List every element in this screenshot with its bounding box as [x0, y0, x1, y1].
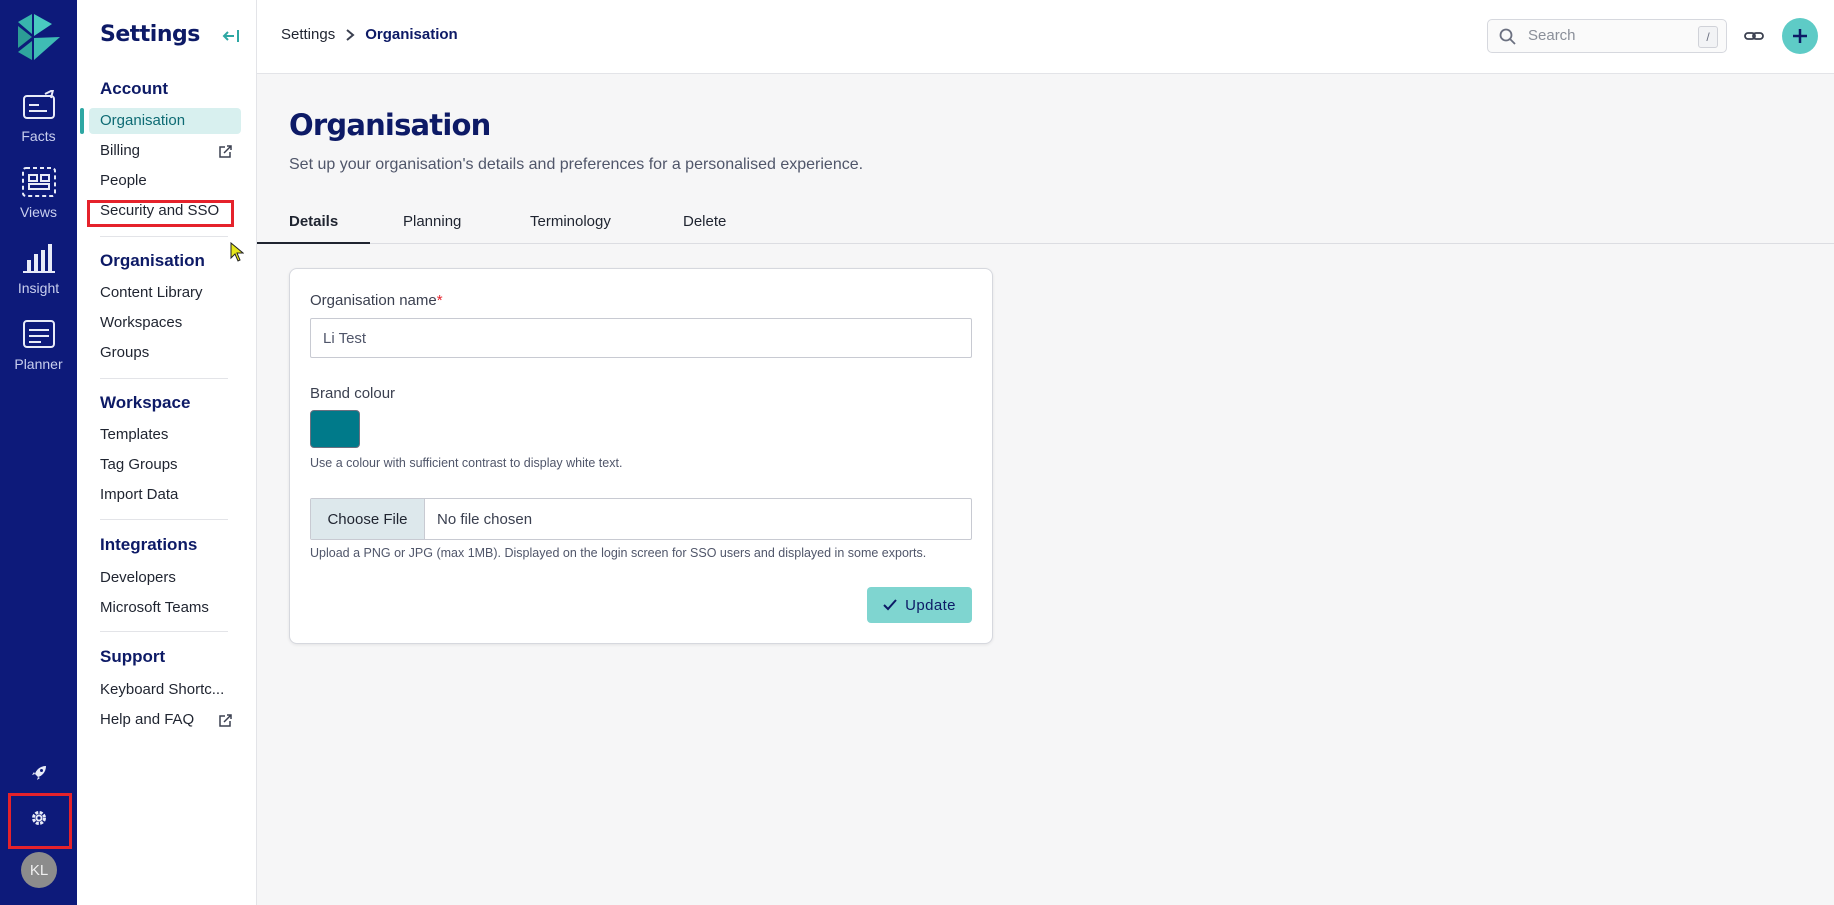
insight-icon	[22, 244, 55, 273]
organisation-details-form: Organisation name* Brand colour Use a co…	[289, 268, 993, 644]
rail-item-label: Facts	[21, 128, 56, 144]
page-title: Organisation	[289, 108, 491, 142]
section-heading-organisation: Organisation	[100, 251, 205, 270]
section-heading-integrations: Integrations	[100, 535, 198, 554]
rail-item-label: Views	[19, 204, 58, 220]
breadcrumb-item-current: Organisation	[365, 26, 458, 43]
tab-bar: Details Planning Terminology Delete	[257, 207, 1834, 244]
section-heading-workspace: Workspace	[100, 393, 191, 412]
update-button[interactable]: Update	[867, 587, 972, 623]
sidebar-item-templates[interactable]: Templates	[100, 426, 168, 443]
sidebar-item-microsoft-teams[interactable]: Microsoft Teams	[100, 599, 209, 616]
settings-sidebar: Settings Account Organisation Billing Pe…	[77, 0, 257, 905]
app-rail: Facts Views Insight Planner KL	[0, 0, 77, 905]
sidebar-divider	[100, 519, 228, 520]
collapse-sidebar-icon[interactable]	[222, 27, 240, 45]
org-name-label: Organisation name*	[310, 292, 443, 309]
facts-icon	[22, 90, 55, 119]
rail-item-insight[interactable]: Insight	[0, 242, 77, 312]
section-heading-account: Account	[100, 79, 168, 98]
active-indicator	[80, 108, 84, 134]
rail-item-planner[interactable]: Planner	[0, 318, 77, 388]
views-icon	[21, 167, 56, 197]
rail-item-label: Insight	[17, 280, 60, 296]
plus-icon	[1793, 29, 1807, 43]
sidebar-divider	[100, 378, 228, 379]
mouse-cursor-icon	[230, 242, 244, 262]
avatar[interactable]: KL	[21, 852, 57, 888]
create-new-button[interactable]	[1782, 18, 1818, 54]
tab-terminology[interactable]: Terminology	[530, 213, 611, 230]
rail-item-views[interactable]: Views	[0, 166, 77, 236]
org-name-input[interactable]	[310, 318, 972, 358]
app-logo-icon[interactable]	[18, 14, 60, 60]
sidebar-item-help-faq[interactable]: Help and FAQ	[100, 711, 194, 728]
search-shortcut-key: /	[1698, 26, 1718, 48]
planner-icon	[22, 320, 55, 348]
sidebar-item-keyboard-shortcuts[interactable]: Keyboard Shortc...	[100, 681, 224, 698]
brand-colour-hint: Use a colour with sufficient contrast to…	[310, 456, 623, 470]
logo-upload-hint: Upload a PNG or JPG (max 1MB). Displayed…	[310, 546, 927, 560]
sidebar-item-tag-groups[interactable]: Tag Groups	[100, 456, 178, 473]
sidebar-item-organisation[interactable]: Organisation	[100, 112, 185, 129]
brand-colour-label: Brand colour	[310, 385, 396, 402]
sidebar-item-developers[interactable]: Developers	[100, 569, 176, 586]
update-button-label: Update	[905, 596, 956, 614]
breadcrumb: Settings Organisation	[281, 26, 458, 43]
external-link-icon	[219, 714, 232, 727]
section-heading-support: Support	[100, 647, 166, 666]
page-subtitle: Set up your organisation's details and p…	[289, 156, 864, 173]
active-tab-underline	[257, 242, 370, 244]
search-box[interactable]: /	[1487, 19, 1727, 53]
link-icon[interactable]	[1744, 26, 1764, 46]
brand-colour-swatch[interactable]	[310, 410, 360, 448]
choose-file-button[interactable]: Choose File	[311, 499, 425, 539]
external-link-icon	[219, 145, 232, 158]
chevron-right-icon	[346, 28, 355, 41]
search-input[interactable]	[1528, 27, 1698, 44]
tab-details[interactable]: Details	[289, 213, 338, 230]
sidebar-item-import-data[interactable]: Import Data	[100, 486, 178, 503]
sidebar-item-people[interactable]: People	[100, 172, 147, 189]
top-bar: Settings Organisation /	[257, 0, 1834, 74]
logo-file-input[interactable]: Choose File No file chosen	[310, 498, 972, 540]
sidebar-item-workspaces[interactable]: Workspaces	[100, 314, 182, 331]
file-status: No file chosen	[437, 510, 533, 528]
sidebar-item-billing[interactable]: Billing	[100, 142, 140, 159]
breadcrumb-item-settings[interactable]: Settings	[281, 26, 335, 43]
sidebar-divider	[100, 236, 228, 237]
rocket-icon	[31, 766, 46, 780]
sidebar-divider	[100, 631, 228, 632]
security-sso-highlight-box	[87, 200, 234, 227]
search-icon	[1499, 28, 1516, 45]
settings-highlight-box	[8, 793, 72, 849]
required-marker: *	[436, 292, 443, 309]
sidebar-item-groups[interactable]: Groups	[100, 344, 149, 361]
launch-button[interactable]	[0, 764, 77, 782]
sidebar-title: Settings	[100, 22, 200, 47]
sidebar-item-content-library[interactable]: Content Library	[100, 284, 203, 301]
rail-item-facts[interactable]: Facts	[0, 90, 77, 160]
tab-planning[interactable]: Planning	[403, 213, 461, 230]
tab-delete[interactable]: Delete	[683, 213, 726, 230]
rail-item-label: Planner	[14, 356, 63, 372]
check-icon	[883, 599, 897, 611]
